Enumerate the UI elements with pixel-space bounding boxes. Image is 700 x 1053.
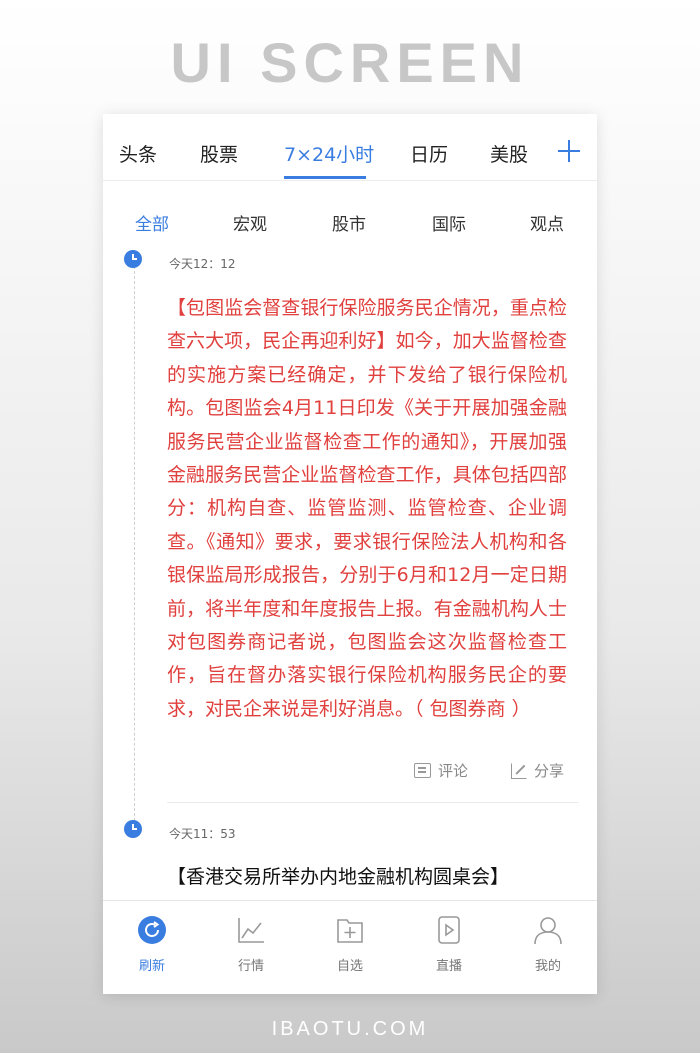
news-time: 今天11：53 xyxy=(169,827,236,841)
subtab-all[interactable]: 全部 xyxy=(135,210,169,235)
nav-live[interactable]: 直播 xyxy=(414,915,484,974)
news-body[interactable]: 【包图监会督查银行保险服务民企情况，重点检查六大项，民企再迎利好】如今，加大监督… xyxy=(167,292,567,726)
subtab-macro[interactable]: 宏观 xyxy=(233,210,267,235)
active-tab-indicator xyxy=(284,176,366,179)
news-time: 今天12：12 xyxy=(169,257,236,271)
tab-us-stocks[interactable]: 美股 xyxy=(490,140,528,167)
comment-label: 评论 xyxy=(438,762,469,780)
nav-profile[interactable]: 我的 xyxy=(513,915,583,974)
page-title: UI SCREEN xyxy=(170,31,530,94)
subtab-international[interactable]: 国际 xyxy=(432,210,466,235)
nav-label: 直播 xyxy=(435,959,462,974)
chart-icon xyxy=(238,918,264,943)
comment-icon xyxy=(414,763,431,778)
plus-icon[interactable] xyxy=(558,140,580,162)
nav-label: 自选 xyxy=(336,959,363,974)
tab-7x24[interactable]: 7×24小时 xyxy=(284,140,374,167)
share-icon xyxy=(511,762,527,779)
comment-button[interactable]: 评论 xyxy=(414,760,468,781)
refresh-icon xyxy=(138,916,166,944)
nav-refresh[interactable]: 刷新 xyxy=(117,915,187,974)
bottom-nav: 刷新 行情 自选 直播 我的 xyxy=(103,900,597,994)
divider xyxy=(167,802,579,803)
nav-label: 行情 xyxy=(237,959,264,974)
share-button[interactable]: 分享 xyxy=(511,760,564,781)
phone-screen: 头条 股票 7×24小时 日历 美股 全部 宏观 股市 国际 观点 今天12：1… xyxy=(103,114,597,994)
nav-label: 刷新 xyxy=(138,959,165,974)
tab-calendar[interactable]: 日历 xyxy=(410,140,448,167)
subtab-stock-market[interactable]: 股市 xyxy=(332,210,366,235)
tab-stocks[interactable]: 股票 xyxy=(200,140,238,167)
timeline-line xyxy=(134,266,135,826)
play-icon xyxy=(438,916,460,944)
nav-label: 我的 xyxy=(534,959,561,974)
news-title[interactable]: 【香港交易所举办内地金融机构圆桌会】 xyxy=(167,862,587,889)
folder-add-icon xyxy=(337,919,363,943)
site-watermark: IBAOTU.COM xyxy=(271,1018,429,1040)
nav-market[interactable]: 行情 xyxy=(216,915,286,974)
clock-icon xyxy=(124,250,142,268)
subtab-opinion[interactable]: 观点 xyxy=(530,210,564,235)
clock-icon xyxy=(124,820,142,838)
user-icon xyxy=(534,917,562,945)
share-label: 分享 xyxy=(534,762,565,780)
nav-watchlist[interactable]: 自选 xyxy=(315,915,385,974)
tab-headlines[interactable]: 头条 xyxy=(119,140,157,167)
top-tab-bar: 头条 股票 7×24小时 日历 美股 xyxy=(103,114,597,181)
